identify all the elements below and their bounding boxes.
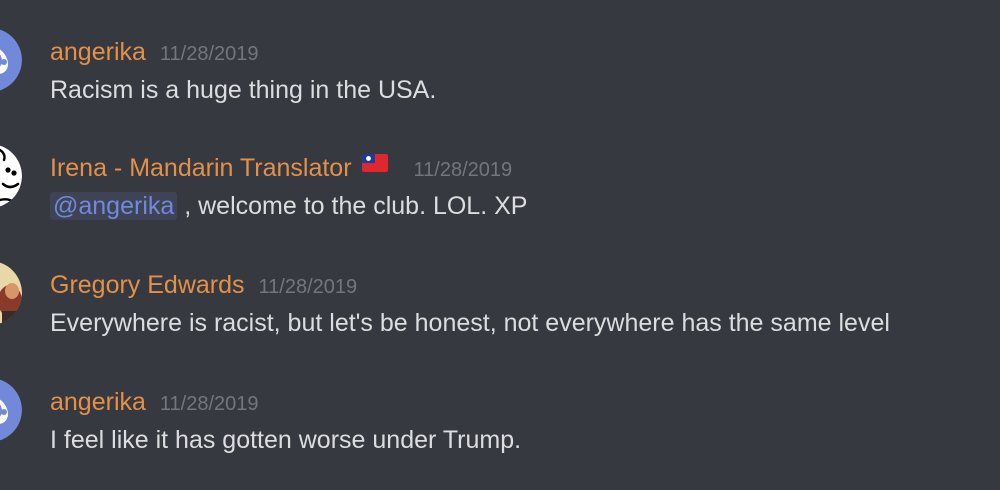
message-item: Irena - Mandarin Translator 11/28/2019 @… — [0, 116, 1000, 226]
message-item: angerika 11/28/2019 Racism is a huge thi… — [0, 0, 1000, 110]
timestamp: 11/28/2019 — [159, 393, 259, 415]
message-header: angerika 11/28/2019 — [50, 387, 259, 419]
message-content: Everywhere is racist, but let's be hones… — [50, 309, 890, 337]
username[interactable]: Gregory Edwards — [50, 270, 245, 300]
timestamp: 11/28/2019 — [413, 159, 513, 181]
message-header: angerika 11/28/2019 — [50, 37, 259, 69]
message-text: , welcome to the club. LOL. XP — [177, 192, 528, 220]
chat-messages: angerika 11/28/2019 Racism is a huge thi… — [0, 0, 1000, 490]
username[interactable]: angerika — [50, 387, 146, 417]
taiwan-flag-icon — [361, 154, 388, 177]
timestamp: 11/28/2019 — [258, 276, 358, 298]
message-item: Gregory Edwards 11/28/2019 Everywhere is… — [0, 233, 1000, 343]
cartoon-face-avatar-icon[interactable] — [0, 144, 22, 208]
username[interactable]: Irena - Mandarin Translator — [50, 153, 352, 183]
user-mention[interactable]: @angerika — [50, 192, 178, 220]
message-header: Gregory Edwards 11/28/2019 — [50, 270, 357, 302]
discord-default-avatar-icon[interactable] — [0, 378, 22, 442]
discord-default-avatar-icon[interactable] — [0, 28, 22, 92]
message-content: @angerika , welcome to the club. LOL. XP — [50, 189, 527, 223]
message-content: I feel like it has gotten worse under Tr… — [50, 426, 522, 454]
message-content: Racism is a huge thing in the USA. — [50, 76, 437, 104]
timestamp: 11/28/2019 — [159, 43, 259, 65]
message-header: Irena - Mandarin Translator 11/28/2019 — [50, 153, 512, 185]
message-item: angerika 11/28/2019 I feel like it has g… — [0, 350, 1000, 460]
user-photo-avatar-icon[interactable] — [0, 261, 22, 325]
username[interactable]: angerika — [50, 37, 146, 67]
